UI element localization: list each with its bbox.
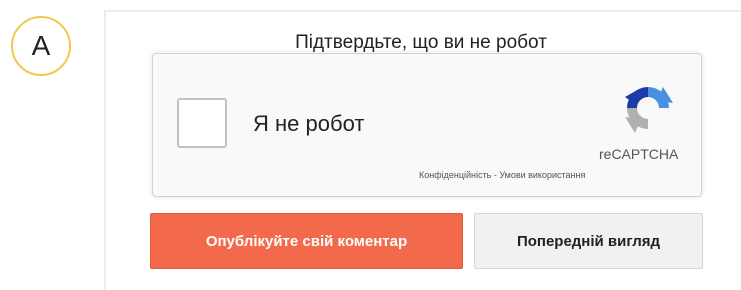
annotation-marker-label: A	[31, 30, 51, 61]
recaptcha-legal-links: Конфіденційність - Умови використання	[419, 170, 585, 180]
terms-link[interactable]: Умови використання	[499, 170, 585, 180]
screenshot-stage: A Підтвердьте, що ви не робот Я не робот…	[0, 0, 741, 290]
captcha-prompt: Підтвердьте, що ви не робот	[295, 32, 547, 53]
publish-comment-button[interactable]: Опублікуйте свій коментар	[150, 213, 463, 269]
recaptcha-brand: reCAPTCHA	[599, 146, 679, 162]
recaptcha-logo-icon	[625, 87, 673, 133]
preview-button[interactable]: Попередній вигляд	[474, 213, 703, 269]
privacy-link[interactable]: Конфіденційність	[419, 170, 491, 180]
not-robot-label: Я не робот	[253, 111, 365, 136]
annotation-marker: A	[11, 16, 71, 76]
comment-form-card: Підтвердьте, що ви не робот Я не робот r…	[104, 10, 741, 290]
recaptcha-widget: Я не робот reCAPTCHA Конфіденційність - …	[152, 53, 702, 197]
not-robot-checkbox[interactable]	[177, 98, 227, 148]
